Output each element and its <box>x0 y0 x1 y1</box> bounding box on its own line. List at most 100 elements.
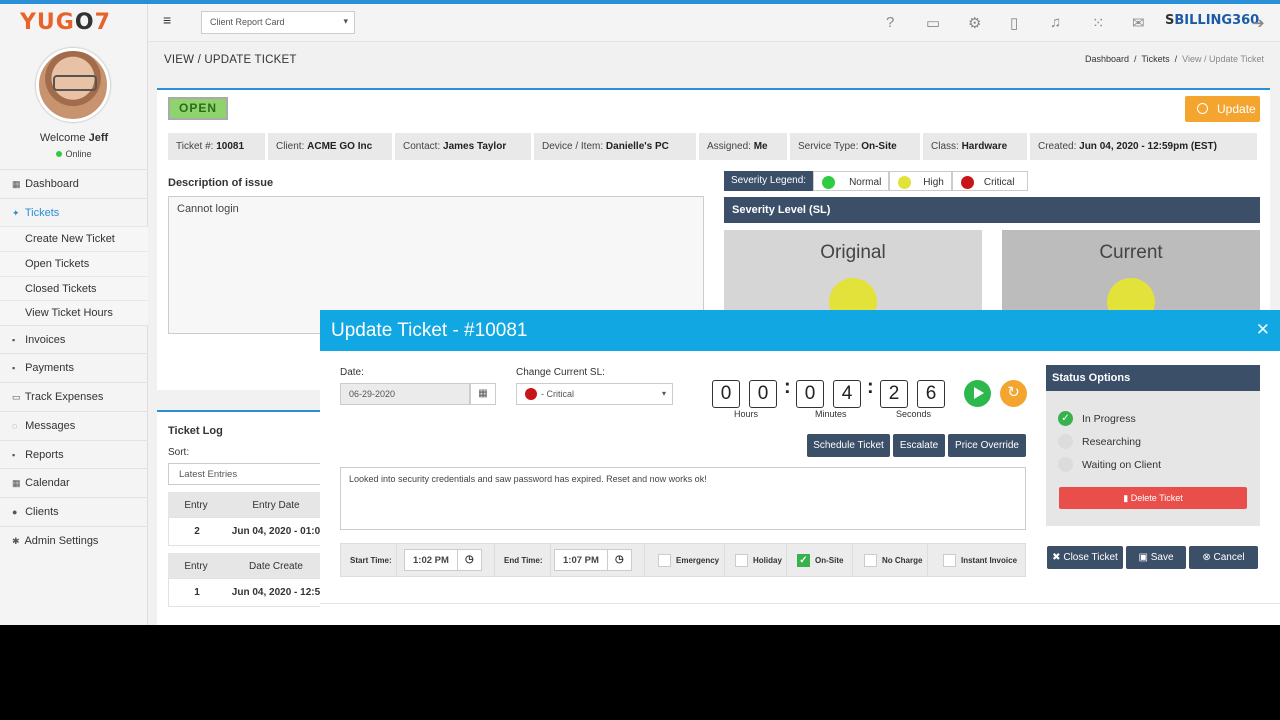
close-icon[interactable]: ✕ <box>1256 320 1270 340</box>
clock-icon[interactable]: ◷ <box>607 549 632 571</box>
end-time-input[interactable]: 1:07 PM <box>554 549 608 571</box>
cancel-icon: ⊗ <box>1202 552 1211 563</box>
checkbox[interactable] <box>735 553 748 567</box>
table-row[interactable]: 1 Jun 04, 2020 - 12:5 <box>168 578 328 607</box>
refresh-icon <box>1197 103 1208 114</box>
play-icon[interactable] <box>964 380 991 407</box>
breadcrumb-tickets[interactable]: Tickets <box>1141 54 1169 64</box>
bell-icon[interactable]: ♫ <box>1050 14 1061 31</box>
delete-ticket-button[interactable]: ▮ Delete Ticket <box>1059 487 1247 509</box>
severity-high: High <box>889 170 952 191</box>
modal-title: Update Ticket - #10081 <box>320 310 1280 351</box>
notes-textarea[interactable]: Looked into security credentials and saw… <box>340 467 1026 530</box>
sidebar-item-closed-tickets[interactable]: Closed Tickets <box>0 275 148 301</box>
billing-brand-logo[interactable]: SBILLING360 <box>1165 13 1259 28</box>
severity-normal: Normal <box>813 170 890 191</box>
app-window: YUGO7 Welcome Jeff Online ▦ Dashboard ✦ … <box>0 0 1280 625</box>
help-icon[interactable]: ? <box>886 14 894 31</box>
sl-original: Original <box>724 230 982 326</box>
sidebar-item-create-new-ticket[interactable]: Create New Ticket <box>0 226 148 251</box>
sidebar-item-clients[interactable]: ● Clients <box>0 496 148 526</box>
calendar-icon[interactable]: ▦ <box>470 383 496 405</box>
sidebar-nav: ▦ Dashboard ✦ Tickets Create New Ticket … <box>0 169 148 554</box>
escalate-button[interactable]: Escalate <box>893 434 945 457</box>
timer-minutes-tens: 0 <box>796 380 824 408</box>
status-researching[interactable]: Researching <box>1058 434 1141 449</box>
radio-button[interactable] <box>1058 434 1073 449</box>
sidebar-item-view-ticket-hours[interactable]: View Ticket Hours <box>0 300 148 325</box>
start-time-input[interactable]: 1:02 PM <box>404 549 458 571</box>
cancel-button[interactable]: ⊗ Cancel <box>1189 546 1258 569</box>
timer-colon: : <box>867 376 874 398</box>
update-button[interactable]: Update <box>1185 96 1260 122</box>
app-logo[interactable]: YUGO7 <box>0 4 148 42</box>
sidebar-item-admin-settings[interactable]: ✱ Admin Settings <box>0 525 148 555</box>
ticket-log-table-2: Entry Date Create 1 Jun 04, 2020 - 12:5 <box>168 553 328 607</box>
sidebar-item-track-expenses[interactable]: ▭ Track Expenses <box>0 382 148 411</box>
logout-icon[interactable]: ➔ <box>1252 14 1265 32</box>
trash-icon: ▮ <box>1123 493 1129 503</box>
ticket-number: Ticket #: 10081 <box>168 133 265 160</box>
clock-icon[interactable]: ◷ <box>457 549 482 571</box>
sidebar-item-reports[interactable]: ▪ Reports <box>0 439 148 469</box>
change-sl-select[interactable]: - Critical ▾ <box>516 383 673 405</box>
save-button[interactable]: ▣ Save <box>1126 546 1186 569</box>
status-options-title: Status Options <box>1046 365 1260 391</box>
check-icon[interactable]: ✓ <box>797 553 810 567</box>
radio-button[interactable] <box>1058 457 1073 472</box>
grid-icon[interactable]: ⁙ <box>1092 14 1105 32</box>
checkbox[interactable] <box>864 553 877 567</box>
avatar[interactable] <box>36 48 110 122</box>
sidebar-item-calendar[interactable]: ▦ Calendar <box>0 468 148 497</box>
checkbox[interactable] <box>943 553 956 567</box>
chevron-down-icon: ▾ <box>661 389 666 398</box>
status-waiting-on-client[interactable]: Waiting on Client <box>1058 457 1161 472</box>
checkbox[interactable] <box>658 553 671 567</box>
sidebar-item-tickets[interactable]: ✦ Tickets <box>0 197 148 227</box>
menu-icon[interactable]: ≡ <box>163 12 171 28</box>
save-icon: ▣ <box>1138 552 1148 563</box>
emergency-checkbox[interactable]: Emergency <box>645 544 725 576</box>
onsite-checkbox[interactable]: ✓ On-Site <box>787 544 853 576</box>
change-sl-label: Change Current SL: <box>516 367 605 378</box>
sidebar-item-messages[interactable]: ◌ Messages <box>0 410 148 440</box>
gear-icon[interactable]: ⚙ <box>968 14 981 32</box>
instant-invoice-checkbox[interactable]: Instant Invoice <box>928 544 1025 576</box>
reset-icon[interactable]: ↻ <box>1000 380 1027 407</box>
price-override-button[interactable]: Price Override <box>948 434 1026 457</box>
start-time-label: Start Time: <box>341 544 397 576</box>
invoice-icon: ▪ <box>12 334 16 345</box>
table-row[interactable]: 2 Jun 04, 2020 - 01:0 <box>168 517 328 546</box>
status-in-progress[interactable]: ✓ In Progress <box>1058 411 1136 426</box>
check-circle-icon[interactable]: ✓ <box>1058 411 1073 426</box>
ticket-contact: Contact: James Taylor <box>395 133 531 160</box>
sidebar-item-open-tickets[interactable]: Open Tickets <box>0 250 148 276</box>
mail-icon[interactable]: ✉ <box>1132 14 1145 32</box>
close-ticket-button[interactable]: ✖ Close Ticket <box>1047 546 1123 569</box>
payments-icon: ▪ <box>12 363 16 374</box>
client-report-select[interactable]: Client Report Card <box>201 11 355 34</box>
timer-seconds-tens: 2 <box>880 380 908 408</box>
breadcrumb-dashboard[interactable]: Dashboard <box>1085 54 1129 64</box>
sidebar-item-dashboard[interactable]: ▦ Dashboard <box>0 169 148 198</box>
date-field[interactable]: 06-29-2020 <box>340 383 470 405</box>
messages-icon: ◌ <box>12 420 18 431</box>
sl-current: Current <box>1002 230 1260 326</box>
sidebar-item-payments[interactable]: ▪ Payments <box>0 353 148 382</box>
severity-legend: Severity Legend: Normal High Critical <box>724 170 1028 191</box>
end-time-label: End Time: <box>495 544 551 576</box>
red-dot-icon <box>960 175 974 189</box>
sidebar-item-invoices[interactable]: ▪ Invoices <box>0 324 148 354</box>
holiday-checkbox[interactable]: Holiday <box>725 544 787 576</box>
ticket-info-bar: Ticket #: 10081 Client: ACME GO Inc Cont… <box>168 133 1260 160</box>
video-icon[interactable]: ▭ <box>926 14 940 32</box>
no-charge-checkbox[interactable]: No Charge <box>853 544 928 576</box>
top-bar: ≡ Client Report Card ? ▭ ⚙ ▯ ♫ ⁙ ✉ SBILL… <box>148 4 1280 42</box>
schedule-ticket-button[interactable]: Schedule Ticket <box>807 434 890 457</box>
timer-seconds-label: Seconds <box>896 409 932 419</box>
sort-select[interactable]: Latest Entries <box>168 463 328 485</box>
breadcrumb: Dashboard / Tickets / View / Update Tick… <box>1085 54 1264 64</box>
clipboard-icon[interactable]: ▯ <box>1010 14 1018 32</box>
expenses-icon: ▭ <box>12 392 21 403</box>
calendar-icon: ▦ <box>12 478 21 489</box>
